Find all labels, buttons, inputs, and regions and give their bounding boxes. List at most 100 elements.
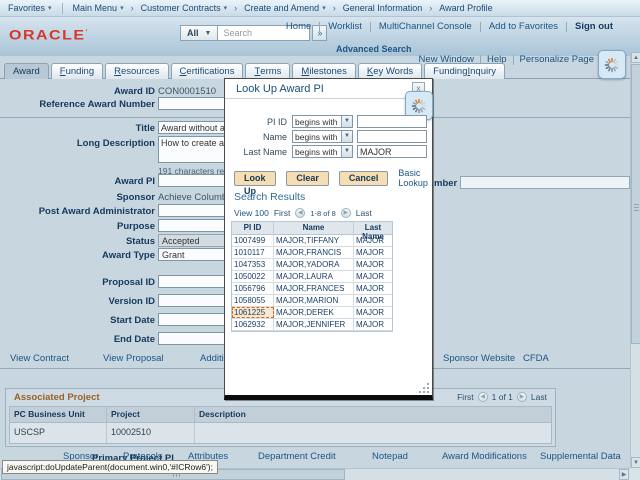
tab-milestones[interactable]: Milestones xyxy=(292,63,355,79)
condition-dropdown[interactable]: begins with▼ xyxy=(292,145,353,158)
result-link[interactable]: 1007499 xyxy=(232,235,274,246)
condition-value: begins with xyxy=(293,147,341,157)
result-link[interactable]: MAJOR,LAURA xyxy=(274,271,354,282)
link-view-contract[interactable]: View Contract xyxy=(10,353,69,364)
pagination-prev-icon[interactable]: ◀ xyxy=(478,392,488,402)
cancel-button[interactable]: Cancel xyxy=(339,171,389,186)
link-sponsor-website[interactable]: Sponsor Website xyxy=(443,353,515,364)
result-link[interactable]: MAJOR xyxy=(354,235,392,246)
tab-resources[interactable]: Resources xyxy=(105,63,168,79)
breadcrumb-separator-icon: › xyxy=(234,3,237,13)
goto-link-notepad[interactable]: Notepad xyxy=(372,451,408,462)
pagination-next-icon[interactable]: ▶ xyxy=(517,392,527,402)
form-label-title: Title xyxy=(0,123,155,134)
results-last-link[interactable]: Last xyxy=(356,208,372,218)
condition-dropdown[interactable]: begins with▼ xyxy=(292,130,353,143)
result-link[interactable]: 1058055 xyxy=(232,295,274,306)
result-link[interactable]: 1010117 xyxy=(232,247,274,258)
right-column-field-input[interactable] xyxy=(460,176,630,189)
result-link[interactable]: MAJOR,JENNIFER xyxy=(274,319,354,330)
result-link[interactable]: MAJOR xyxy=(354,283,392,294)
breadcrumb-item-award-profile[interactable]: Award Profile xyxy=(439,3,492,13)
lookup-field-input[interactable] xyxy=(357,115,427,128)
result-link[interactable]: MAJOR xyxy=(354,247,392,258)
pagination-last-link[interactable]: Last xyxy=(531,392,547,402)
link-view-proposal[interactable]: View Proposal xyxy=(103,353,164,364)
goto-link-supplemental-data[interactable]: Supplemental Data xyxy=(540,451,621,462)
scroll-right-icon[interactable]: ▶ xyxy=(619,469,629,480)
nav-link-sign-out[interactable]: Sign out xyxy=(575,21,613,32)
chevron-down-icon: ▼ xyxy=(341,116,352,127)
search-scope-dropdown[interactable]: All ▼ xyxy=(180,25,218,41)
clear-button[interactable]: Clear xyxy=(286,171,329,186)
result-link[interactable]: MAJOR,FRANCES xyxy=(274,283,354,294)
result-link[interactable]: 1047353 xyxy=(232,259,274,270)
vertical-scroll-thumb[interactable] xyxy=(631,64,640,344)
result-link[interactable]: MAJOR xyxy=(354,295,392,306)
result-link[interactable]: MAJOR,FRANCIS xyxy=(274,247,354,258)
result-link[interactable]: 1056796 xyxy=(232,283,274,294)
resize-grip-icon[interactable] xyxy=(420,384,429,393)
condition-dropdown[interactable]: begins with▼ xyxy=(292,115,353,128)
result-link[interactable]: MAJOR xyxy=(354,271,392,282)
associated-project-pagination: First ◀ 1 of 1 ▶ Last xyxy=(457,392,547,402)
results-column-pi-id: PI ID xyxy=(232,222,274,234)
goto-link-department-credit[interactable]: Department Credit xyxy=(258,451,336,462)
nav-link-worklist[interactable]: Worklist xyxy=(328,21,362,32)
lookup-field-label: Last Name xyxy=(225,147,287,157)
table-row: USCSP10002510 xyxy=(10,423,551,443)
results-row: 1061225MAJOR,DEREKMAJOR xyxy=(232,307,392,319)
result-link[interactable]: MAJOR,TIFFANY xyxy=(274,235,354,246)
result-link[interactable]: MAJOR xyxy=(354,259,392,270)
breadcrumb-divider xyxy=(62,3,63,14)
lookup-field-input[interactable]: MAJOR xyxy=(357,145,427,158)
result-link[interactable]: MAJOR,DEREK xyxy=(274,307,354,318)
nav-link-multichannel-console[interactable]: MultiChannel Console xyxy=(379,21,472,32)
goto-link-award-modifications[interactable]: Award Modifications xyxy=(442,451,527,462)
form-label-start-date: Start Date xyxy=(0,315,155,326)
chevron-down-icon: ▼ xyxy=(205,30,212,37)
breadcrumb-item-customer-contracts[interactable]: Customer Contracts▾ xyxy=(141,3,228,13)
result-link[interactable]: 1050022 xyxy=(232,271,274,282)
breadcrumb-item-favorites[interactable]: Favorites▾ xyxy=(8,3,52,13)
tab-certifications[interactable]: Certifications xyxy=(171,63,244,79)
pagination-first-link[interactable]: First xyxy=(457,392,474,402)
tab-award[interactable]: Award xyxy=(4,63,49,79)
result-link[interactable]: MAJOR xyxy=(354,319,392,330)
chevron-down-icon: ▼ xyxy=(341,146,352,157)
result-link[interactable]: 1061225 xyxy=(232,307,274,318)
look-up-button[interactable]: Look Up xyxy=(234,171,276,186)
tab-funding-inquiry[interactable]: Funding Inquiry xyxy=(424,63,505,79)
lookup-field-last-name: Last Name begins with▼ MAJOR xyxy=(225,145,430,158)
breadcrumb-item-main-menu[interactable]: Main Menu▾ xyxy=(73,3,124,13)
results-range: 1-8 of 8 xyxy=(310,209,335,218)
nav-link-add-to-favorites[interactable]: Add to Favorites xyxy=(489,21,558,32)
pagebar-link-personalize-page[interactable]: Personalize Page xyxy=(520,54,594,65)
result-link[interactable]: MAJOR,YADORA xyxy=(274,259,354,270)
view-100-link[interactable]: View 100 xyxy=(234,208,269,218)
results-first-link[interactable]: First xyxy=(274,208,291,218)
results-prev-icon[interactable]: ◀ xyxy=(295,208,305,218)
advanced-search-link[interactable]: Advanced Search xyxy=(336,44,412,54)
vertical-scrollbar[interactable]: ▲ ▼ xyxy=(630,52,640,468)
result-link[interactable]: MAJOR,MARION xyxy=(274,295,354,306)
breadcrumb-item-create-and-amend[interactable]: Create and Amend▾ xyxy=(244,3,326,13)
breadcrumb-item-general-information[interactable]: General Information xyxy=(343,3,423,13)
tab-key-words[interactable]: Key Words xyxy=(358,63,422,79)
basic-lookup-link[interactable]: Basic Lookup xyxy=(398,168,432,188)
search-scope-value: All xyxy=(187,28,199,38)
chevron-down-icon: ▾ xyxy=(48,4,52,12)
associated-project-title: Associated Project xyxy=(14,392,100,403)
lookup-field-input[interactable] xyxy=(357,130,427,143)
nav-link-home[interactable]: Home xyxy=(286,21,311,32)
nav-divider xyxy=(480,22,481,32)
link-cfda[interactable]: CFDA xyxy=(523,353,549,364)
scroll-up-icon[interactable]: ▲ xyxy=(631,52,640,63)
lookup-modal-title: Look Up Award PI xyxy=(236,83,324,95)
result-link[interactable]: 1062932 xyxy=(232,319,274,330)
tab-terms[interactable]: Terms xyxy=(245,63,290,79)
scroll-down-icon[interactable]: ▼ xyxy=(631,457,640,468)
results-next-icon[interactable]: ▶ xyxy=(341,208,351,218)
tab-funding[interactable]: Funding xyxy=(51,63,103,79)
result-link[interactable]: MAJOR xyxy=(354,307,392,318)
